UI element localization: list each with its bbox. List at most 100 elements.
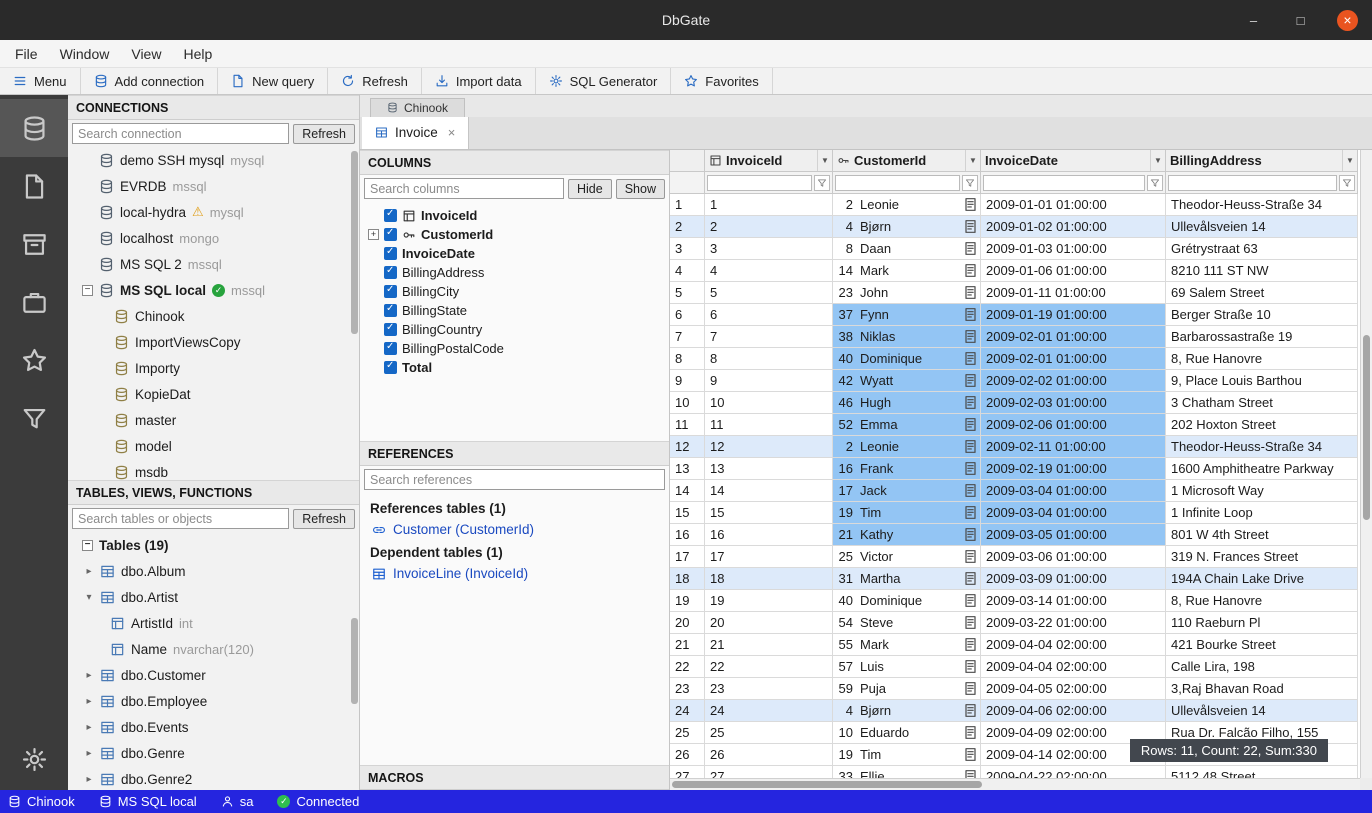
- customerid-cell[interactable]: 21 Kathy: [833, 524, 981, 546]
- statusbar-status[interactable]: ✓ Connected: [277, 794, 359, 809]
- customerid-cell[interactable]: 37 Fynn: [833, 304, 981, 326]
- invoiceid-cell[interactable]: 1: [705, 194, 833, 216]
- chevron-icon[interactable]: ▸: [84, 722, 94, 733]
- customerid-cell[interactable]: 40 Dominique: [833, 348, 981, 370]
- billingaddress-cell[interactable]: 1 Microsoft Way: [1166, 480, 1358, 502]
- invoiceid-cell[interactable]: 10: [705, 392, 833, 414]
- filter-icon[interactable]: [1147, 175, 1163, 191]
- sidebar-plugins-button[interactable]: [0, 273, 68, 331]
- column-checkbox-row[interactable]: + InvoiceDate: [360, 244, 669, 263]
- invoiceid-cell[interactable]: 6: [705, 304, 833, 326]
- invoiceid-cell[interactable]: 21: [705, 634, 833, 656]
- document-icon[interactable]: [963, 769, 978, 778]
- invoiceid-cell[interactable]: 26: [705, 744, 833, 766]
- row-number-cell[interactable]: 10: [670, 392, 705, 414]
- row-number-cell[interactable]: 22: [670, 656, 705, 678]
- billingaddress-cell[interactable]: 9, Place Louis Barthou: [1166, 370, 1358, 392]
- invoiceid-cell[interactable]: 17: [705, 546, 833, 568]
- chevron-icon[interactable]: ▾: [84, 592, 94, 603]
- import-data-button[interactable]: Import data: [422, 68, 536, 94]
- new-query-button[interactable]: New query: [218, 68, 328, 94]
- invoiceid-cell[interactable]: 24: [705, 700, 833, 722]
- customerid-cell[interactable]: 38 Niklas: [833, 326, 981, 348]
- row-number-cell[interactable]: 23: [670, 678, 705, 700]
- invoicedate-cell[interactable]: 2009-02-03 01:00:00: [981, 392, 1166, 414]
- invoicedate-cell[interactable]: 2009-03-22 01:00:00: [981, 612, 1166, 634]
- invoicedate-cell[interactable]: 2009-02-19 01:00:00: [981, 458, 1166, 480]
- customerid-cell[interactable]: 54 Steve: [833, 612, 981, 634]
- billingaddress-cell[interactable]: Grétrystraat 63: [1166, 238, 1358, 260]
- document-icon[interactable]: [963, 417, 978, 432]
- table-item[interactable]: ▸ dbo.Employee: [68, 688, 359, 714]
- document-icon[interactable]: [963, 395, 978, 410]
- invoicedate-cell[interactable]: 2009-03-09 01:00:00: [981, 568, 1166, 590]
- invoiceid-cell[interactable]: 16: [705, 524, 833, 546]
- customerid-cell[interactable]: 14 Mark: [833, 260, 981, 282]
- scrollbar-thumb[interactable]: [1363, 335, 1370, 520]
- customerid-cell[interactable]: 2 Leonie: [833, 194, 981, 216]
- document-icon[interactable]: [963, 461, 978, 476]
- invoicedate-cell[interactable]: 2009-01-03 01:00:00: [981, 238, 1166, 260]
- invoiceid-cell[interactable]: 5: [705, 282, 833, 304]
- scrollbar-thumb[interactable]: [672, 781, 982, 788]
- invoicedate-cell[interactable]: 2009-03-05 01:00:00: [981, 524, 1166, 546]
- collapse-icon[interactable]: −: [82, 540, 93, 551]
- billingaddress-cell[interactable]: 69 Salem Street: [1166, 282, 1358, 304]
- expander-icon[interactable]: −: [82, 285, 93, 296]
- menu-view[interactable]: View: [120, 44, 172, 64]
- references-search-input[interactable]: [364, 469, 665, 490]
- database-item[interactable]: ImportViewsCopy: [68, 329, 359, 355]
- chevron-icon[interactable]: ▸: [84, 774, 94, 785]
- document-icon[interactable]: [963, 373, 978, 388]
- chevron-icon[interactable]: ▸: [84, 670, 94, 681]
- document-icon[interactable]: [963, 439, 978, 454]
- document-icon[interactable]: [963, 351, 978, 366]
- statusbar-connection[interactable]: MS SQL local: [99, 794, 197, 809]
- invoiceid-cell[interactable]: 7: [705, 326, 833, 348]
- billingaddress-cell[interactable]: 319 N. Frances Street: [1166, 546, 1358, 568]
- document-icon[interactable]: [963, 505, 978, 520]
- favorites-button[interactable]: Favorites: [671, 68, 772, 94]
- customerid-cell[interactable]: 25 Victor: [833, 546, 981, 568]
- billingaddress-cell[interactable]: Ullevålsveien 14: [1166, 216, 1358, 238]
- document-icon[interactable]: [963, 549, 978, 564]
- invoicedate-cell[interactable]: 2009-03-14 01:00:00: [981, 590, 1166, 612]
- sidebar-favorites-button[interactable]: [0, 331, 68, 389]
- customerid-cell[interactable]: 4 Bjørn: [833, 700, 981, 722]
- column-checkbox-row[interactable]: + BillingPostalCode: [360, 339, 669, 358]
- row-number-cell[interactable]: 20: [670, 612, 705, 634]
- customerid-cell[interactable]: 19 Tim: [833, 744, 981, 766]
- statusbar-user[interactable]: sa: [221, 794, 254, 809]
- invoiceid-cell[interactable]: 11: [705, 414, 833, 436]
- database-item[interactable]: Chinook: [68, 303, 359, 329]
- invoiceid-cell[interactable]: 12: [705, 436, 833, 458]
- document-icon[interactable]: [963, 659, 978, 674]
- invoicedate-cell[interactable]: 2009-02-02 01:00:00: [981, 370, 1166, 392]
- column-checkbox[interactable]: [384, 247, 397, 260]
- tables-search-input[interactable]: [72, 508, 289, 529]
- connection-item[interactable]: MS SQL 2 mssql: [68, 251, 359, 277]
- invoiceid-cell[interactable]: 13: [705, 458, 833, 480]
- customerid-cell[interactable]: 19 Tim: [833, 502, 981, 524]
- row-number-cell[interactable]: 25: [670, 722, 705, 744]
- sidebar-files-button[interactable]: [0, 157, 68, 215]
- customerid-cell[interactable]: 52 Emma: [833, 414, 981, 436]
- column-checkbox[interactable]: [384, 209, 397, 222]
- invoicedate-cell[interactable]: 2009-04-05 02:00:00: [981, 678, 1166, 700]
- billingaddress-cell[interactable]: Barbarossastraße 19: [1166, 326, 1358, 348]
- billingaddress-cell[interactable]: Calle Lira, 198: [1166, 656, 1358, 678]
- customerid-cell[interactable]: 57 Luis: [833, 656, 981, 678]
- column-checkbox-row[interactable]: + BillingCountry: [360, 320, 669, 339]
- invoiceid-cell[interactable]: 19: [705, 590, 833, 612]
- filter-input[interactable]: [835, 175, 960, 191]
- tab-group-database[interactable]: Chinook: [370, 98, 465, 117]
- document-icon[interactable]: [963, 615, 978, 630]
- document-icon[interactable]: [963, 527, 978, 542]
- row-number-cell[interactable]: 12: [670, 436, 705, 458]
- invoicedate-cell[interactable]: 2009-02-06 01:00:00: [981, 414, 1166, 436]
- invoicedate-cell[interactable]: 2009-03-04 01:00:00: [981, 480, 1166, 502]
- database-item[interactable]: msdb: [68, 459, 359, 480]
- minimize-button[interactable]: –: [1243, 10, 1264, 31]
- invoiceid-cell[interactable]: 18: [705, 568, 833, 590]
- tables-scrollbar[interactable]: [351, 618, 358, 704]
